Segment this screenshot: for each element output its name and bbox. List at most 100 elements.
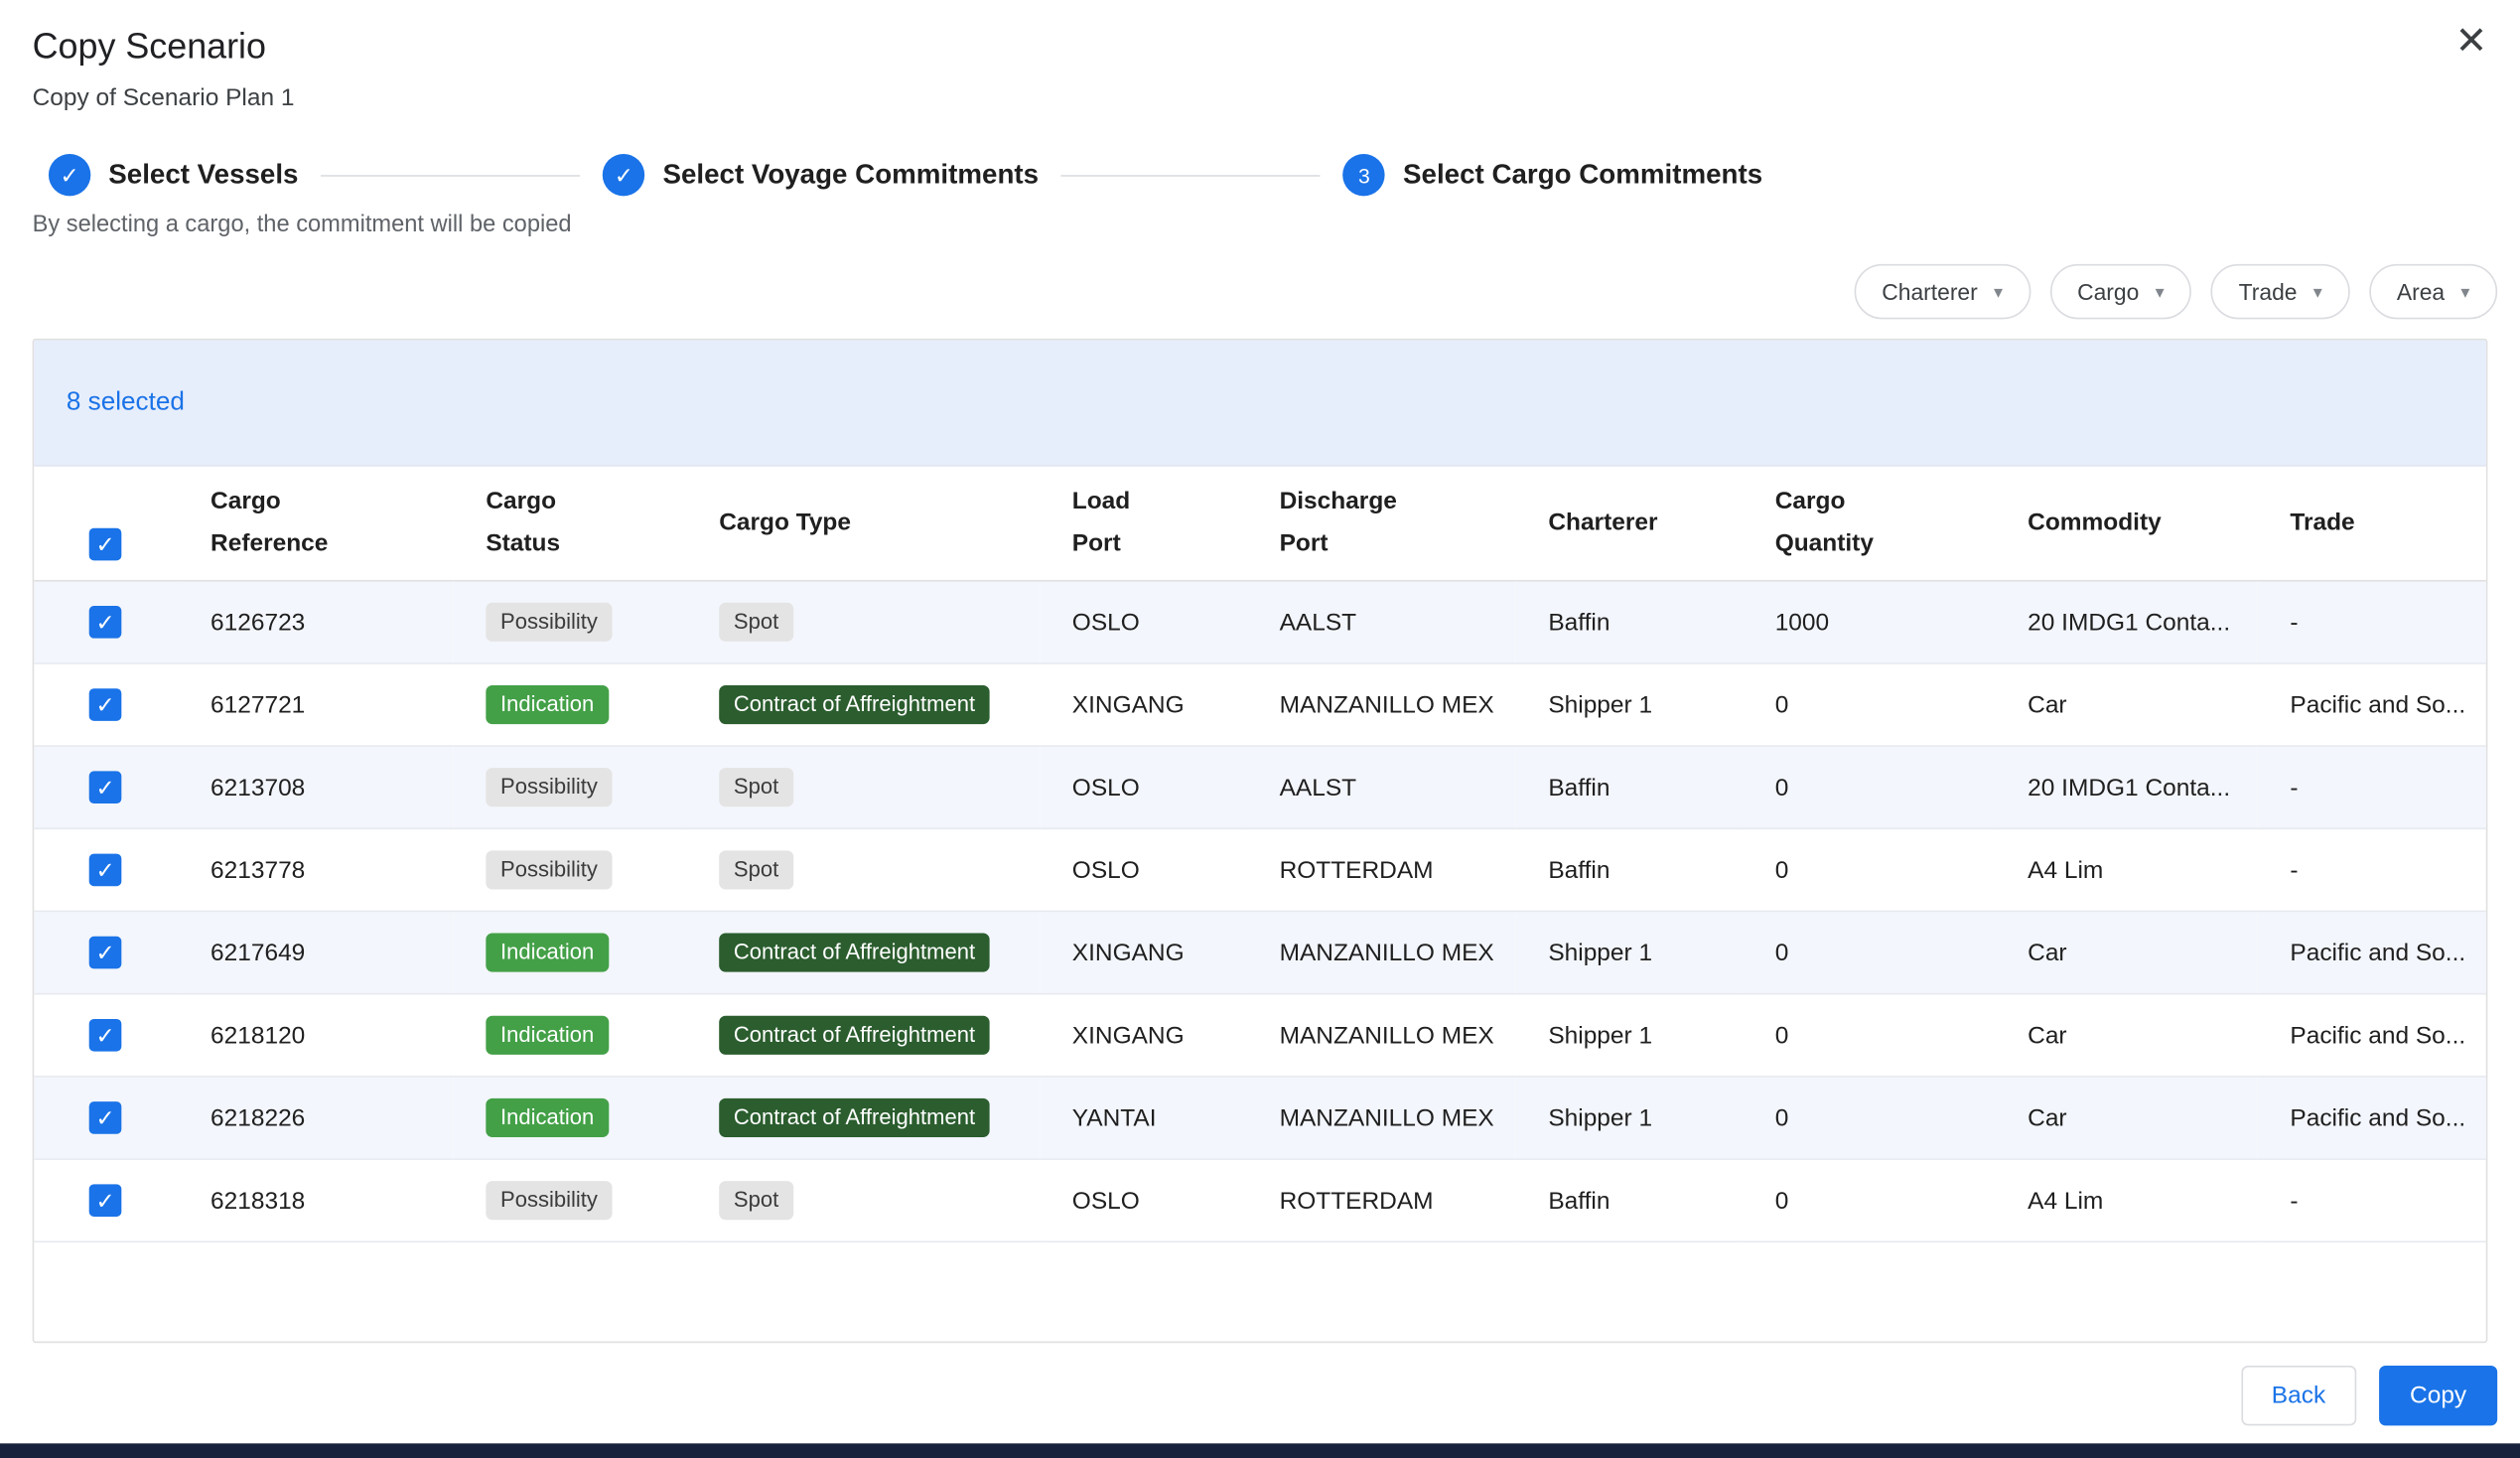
chevron-down-icon: ▾ bbox=[2460, 281, 2469, 302]
cell-commodity: 20 IMDG1 Conta... bbox=[1996, 581, 2258, 663]
checkbox-cell: ✓ bbox=[34, 1077, 178, 1159]
checkbox-cell: ✓ bbox=[34, 828, 178, 911]
cell-discharge-port: MANZANILLO MEX bbox=[1247, 911, 1516, 993]
row-checkbox[interactable]: ✓ bbox=[89, 606, 122, 639]
filter-trade[interactable]: Trade ▾ bbox=[2211, 264, 2350, 319]
cell-trade: Pacific and So... bbox=[2258, 663, 2488, 746]
row-checkbox[interactable]: ✓ bbox=[89, 854, 122, 887]
cell-cargo-reference: 6217649 bbox=[178, 911, 453, 993]
cell-charterer: Shipper 1 bbox=[1516, 911, 1743, 993]
status-badge: Possibility bbox=[486, 1181, 612, 1220]
status-badge: Possibility bbox=[486, 768, 612, 806]
table-row[interactable]: ✓6213778PossibilitySpotOSLOROTTERDAMBaff… bbox=[34, 828, 2487, 911]
cell-cargo-quantity: 0 bbox=[1743, 911, 1995, 993]
cell-charterer: Baffin bbox=[1516, 746, 1743, 828]
step-complete-check-icon: ✓ bbox=[603, 154, 644, 196]
table-row[interactable]: ✓6218120IndicationContract of Affreightm… bbox=[34, 994, 2487, 1077]
cell-trade: Pacific and So... bbox=[2258, 994, 2488, 1077]
filter-area[interactable]: Area ▾ bbox=[2369, 264, 2497, 319]
page-title: Copy Scenario bbox=[33, 23, 2488, 72]
table-row[interactable]: ✓6218226IndicationContract of Affreightm… bbox=[34, 1077, 2487, 1159]
table-row[interactable]: ✓6213708PossibilitySpotOSLOAALSTBaffin02… bbox=[34, 746, 2487, 828]
chevron-down-icon: ▾ bbox=[1994, 281, 2003, 302]
column-header-cargo-reference: Cargo Reference bbox=[178, 467, 453, 581]
step-label: Select Voyage Commitments bbox=[662, 159, 1039, 192]
cell-cargo-status: Possibility bbox=[454, 828, 687, 911]
cell-discharge-port: MANZANILLO MEX bbox=[1247, 994, 1516, 1077]
cell-discharge-port: ROTTERDAM bbox=[1247, 1159, 1516, 1241]
chevron-down-icon: ▾ bbox=[2313, 281, 2322, 302]
cell-commodity: 20 IMDG1 Conta... bbox=[1996, 746, 2258, 828]
cell-cargo-status: Indication bbox=[454, 1077, 687, 1159]
status-badge: Spot bbox=[719, 850, 793, 889]
column-header-commodity: Commodity bbox=[1996, 467, 2258, 581]
cell-trade: Pacific and So... bbox=[2258, 911, 2488, 993]
cell-load-port: XINGANG bbox=[1040, 911, 1247, 993]
cell-charterer: Baffin bbox=[1516, 581, 1743, 663]
copy-scenario-modal: Copy Scenario Copy of Scenario Plan 1 ✕ … bbox=[0, 0, 2520, 1458]
cell-trade: - bbox=[2258, 581, 2488, 663]
cell-cargo-status: Indication bbox=[454, 911, 687, 993]
row-checkbox[interactable]: ✓ bbox=[89, 937, 122, 969]
checkbox-cell: ✓ bbox=[34, 746, 178, 828]
filter-label: Cargo bbox=[2077, 279, 2139, 305]
cell-discharge-port: MANZANILLO MEX bbox=[1247, 1077, 1516, 1159]
checkbox-cell: ✓ bbox=[34, 911, 178, 993]
table-row[interactable]: ✓6126723PossibilitySpotOSLOAALSTBaffin10… bbox=[34, 581, 2487, 663]
cell-cargo-quantity: 1000 bbox=[1743, 581, 1995, 663]
row-checkbox[interactable]: ✓ bbox=[89, 1019, 122, 1052]
cell-load-port: XINGANG bbox=[1040, 663, 1247, 746]
cell-commodity: Car bbox=[1996, 663, 2258, 746]
stepper: ✓ Select Vessels ✓ Select Voyage Commitm… bbox=[33, 154, 2488, 196]
column-header-cargo-quantity: Cargo Quantity bbox=[1743, 467, 1995, 581]
row-checkbox[interactable]: ✓ bbox=[89, 688, 122, 721]
footer: Back Copy bbox=[0, 1366, 2520, 1425]
step-select-cargo-commitments[interactable]: 3 Select Cargo Commitments bbox=[1343, 154, 1762, 196]
table-row[interactable]: ✓6127721IndicationContract of Affreightm… bbox=[34, 663, 2487, 746]
cell-cargo-type: Spot bbox=[687, 1159, 1041, 1241]
step-number-badge: 3 bbox=[1343, 154, 1385, 196]
cell-charterer: Shipper 1 bbox=[1516, 994, 1743, 1077]
cell-cargo-quantity: 0 bbox=[1743, 663, 1995, 746]
cell-cargo-quantity: 0 bbox=[1743, 1077, 1995, 1159]
cell-cargo-type: Contract of Affreightment bbox=[687, 994, 1041, 1077]
row-checkbox[interactable]: ✓ bbox=[89, 771, 122, 803]
copy-button[interactable]: Copy bbox=[2379, 1366, 2497, 1425]
filter-cargo[interactable]: Cargo ▾ bbox=[2049, 264, 2191, 319]
filter-charterer[interactable]: Charterer ▾ bbox=[1855, 264, 2030, 319]
table-row[interactable]: ✓6217649IndicationContract of Affreightm… bbox=[34, 911, 2487, 993]
step-label: Select Cargo Commitments bbox=[1403, 159, 1762, 192]
step-select-vessels[interactable]: ✓ Select Vessels bbox=[49, 154, 299, 196]
filter-label: Trade bbox=[2239, 279, 2298, 305]
column-header-cargo-status: Cargo Status bbox=[454, 467, 687, 581]
filter-label: Charterer bbox=[1882, 279, 1977, 305]
select-all-checkbox[interactable]: ✓ bbox=[89, 528, 122, 561]
status-badge: Possibility bbox=[486, 850, 612, 889]
cell-cargo-reference: 6218226 bbox=[178, 1077, 453, 1159]
step-complete-check-icon: ✓ bbox=[49, 154, 90, 196]
column-header-cargo-type: Cargo Type bbox=[687, 467, 1041, 581]
cell-cargo-quantity: 0 bbox=[1743, 994, 1995, 1077]
cell-charterer: Shipper 1 bbox=[1516, 663, 1743, 746]
checkbox-cell: ✓ bbox=[34, 1159, 178, 1241]
modal-subtitle: Copy of Scenario Plan 1 bbox=[33, 84, 2488, 112]
cell-cargo-type: Contract of Affreightment bbox=[687, 663, 1041, 746]
cell-cargo-reference: 6127721 bbox=[178, 663, 453, 746]
back-button[interactable]: Back bbox=[2241, 1366, 2356, 1425]
cell-cargo-status: Indication bbox=[454, 994, 687, 1077]
row-checkbox[interactable]: ✓ bbox=[89, 1184, 122, 1217]
column-header-charterer: Charterer bbox=[1516, 467, 1743, 581]
close-button[interactable]: ✕ bbox=[2446, 16, 2497, 68]
row-checkbox[interactable]: ✓ bbox=[89, 1101, 122, 1134]
status-badge: Indication bbox=[486, 934, 609, 972]
cell-cargo-type: Spot bbox=[687, 746, 1041, 828]
helper-text: By selecting a cargo, the commitment wil… bbox=[33, 213, 2488, 238]
step-select-voyage-commitments[interactable]: ✓ Select Voyage Commitments bbox=[603, 154, 1039, 196]
step-label: Select Vessels bbox=[108, 159, 298, 192]
cell-cargo-type: Spot bbox=[687, 581, 1041, 663]
status-badge: Indication bbox=[486, 1098, 609, 1137]
table-row[interactable]: ✓6218318PossibilitySpotOSLOROTTERDAMBaff… bbox=[34, 1159, 2487, 1241]
filter-label: Area bbox=[2397, 279, 2445, 305]
cell-load-port: OSLO bbox=[1040, 746, 1247, 828]
column-header-trade: Trade bbox=[2258, 467, 2488, 581]
